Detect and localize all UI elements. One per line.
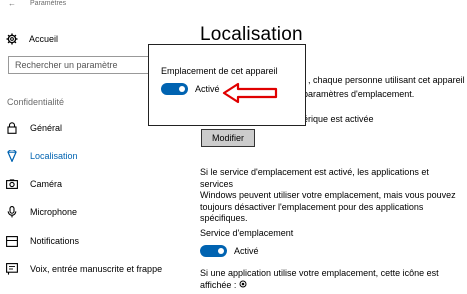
toggle-switch[interactable] [161,83,188,95]
location-icon [6,150,18,162]
location-service-toggle[interactable]: Activé [200,245,259,257]
lock-icon [6,122,18,134]
toggle-state-label: Activé [234,246,259,256]
app-title: Paramètres [30,0,67,7]
toggle-switch[interactable] [200,245,227,257]
toggle-state-label: Activé [195,84,220,94]
app-icon-description-line: affichée : [200,280,462,292]
voice-icon [6,263,18,275]
sidebar-item-label: Notifications [30,236,80,246]
app-icon-description: Si une application utilise votre emplace… [200,268,462,291]
modify-button[interactable]: Modifier [201,129,255,147]
sidebar-item-camera[interactable]: Caméra [0,173,190,195]
popup-title: Emplacement de cet appareil [161,66,278,76]
sidebar-item-notifications[interactable]: Notifications [0,230,190,252]
app-icon-description-line: Si une application utilise votre emplace… [200,268,439,278]
sidebar-item-microphone[interactable]: Microphone [0,201,190,223]
sidebar-item-voice[interactable]: Voix, entrée manuscrite et frappe [0,258,190,280]
sidebar-item-label: Caméra [30,179,63,189]
home-button[interactable]: Accueil [5,31,58,47]
home-label: Accueil [29,34,59,44]
service-description: Si le service d'emplacement est activé, … [200,167,462,225]
annotation-arrow-icon [222,82,278,104]
sidebar-item-label: Général [30,123,63,133]
service-description-line: Si le service d'emplacement est activé, … [200,167,429,189]
device-settings-text-line1: , chaque personne utilisant cet appareil [308,75,465,85]
location-indicator-icon [239,280,247,292]
service-description-line: Windows peuvent utiliser votre emplaceme… [200,190,456,200]
sidebar-item-label: Localisation [30,151,78,161]
sidebar-item-label: Voix, entrée manuscrite et frappe [30,264,163,274]
device-settings-text-line3: érique est activée [303,114,374,124]
camera-icon [6,178,18,190]
microphone-icon [6,206,18,218]
sidebar-item-label: Microphone [30,207,78,217]
service-heading: Service d'emplacement [200,228,294,238]
sidebar-item-location[interactable]: Localisation [0,145,190,167]
gear-icon [5,32,19,46]
notifications-icon [6,235,18,247]
device-location-toggle[interactable]: Activé [161,83,220,95]
back-arrow-icon[interactable]: ← [8,0,16,8]
section-header-privacy: Confidentialité [7,97,65,107]
page-title: Localisation [200,24,303,45]
device-settings-text-line2: paramètres d'emplacement. [303,89,415,99]
service-description-line: toujours désactiver l'emplacement pour d… [200,201,424,212]
service-description-line: spécifiques. [200,213,248,223]
